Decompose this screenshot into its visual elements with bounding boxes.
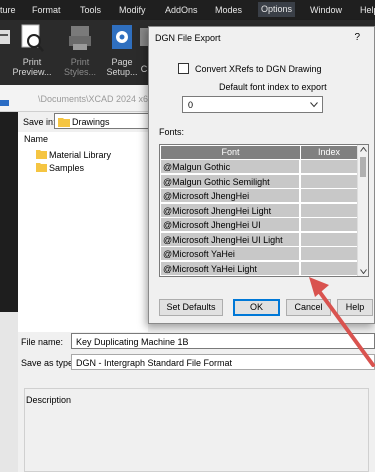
font-index-label: Default font index to export [219,82,327,92]
menu-tools[interactable]: Tools [80,5,101,15]
fonts-label: Fonts: [159,127,185,137]
table-row[interactable]: @Microsoft YaHei [161,247,358,261]
index-cell[interactable] [301,261,358,276]
save-as-type-label: Save as type: [21,358,76,368]
convert-xrefs-label[interactable]: Convert XRefs to DGN Drawing [195,64,322,74]
left-accent [0,100,9,106]
folder-icon [58,118,70,127]
help-icon[interactable]: ? [354,32,360,43]
preview-label: Preview... [12,67,52,77]
file-list[interactable]: Name Material Library Samples [18,132,148,332]
save-in-dropdown[interactable]: Drawings [54,113,154,129]
path-text: \Documents\XCAD 2024 x64\D [38,94,163,104]
list-item-label: Samples [49,163,85,173]
index-cell[interactable] [301,189,358,203]
menu-format[interactable]: Format [32,5,61,15]
index-column-header[interactable]: Index [301,146,357,159]
table-row[interactable]: @Malgun Gothic [161,160,358,174]
file-name-label: File name: [21,337,64,347]
list-item-label: Material Library [49,150,112,160]
font-index-dropdown[interactable]: 0 [182,96,323,113]
table-row[interactable]: @Microsoft JhengHei [161,189,358,203]
annotation-arrow-icon [309,277,375,367]
setup-label: Setup... [106,67,138,77]
print-label: Print [22,57,42,67]
menu-window[interactable]: Window [310,5,342,15]
index-cell[interactable] [301,174,358,189]
grid-scrollbar[interactable] [357,145,368,276]
font-cell[interactable]: @Microsoft YaHei [161,247,300,261]
menu-architecture[interactable]: ture [0,5,16,15]
set-defaults-button[interactable]: Set Defaults [159,299,223,316]
print-preview-button[interactable]: Print Preview... [12,24,52,77]
table-row[interactable]: @Microsoft JhengHei UI [161,218,358,232]
folder-icon [36,150,47,159]
font-cell[interactable]: @Malgun Gothic Semilight [161,174,300,189]
index-cell[interactable] [301,160,358,174]
folder-icon [36,163,47,172]
font-cell[interactable]: @Microsoft JhengHei Light [161,203,300,218]
page-label: Page [111,57,133,67]
table-row[interactable]: @Microsoft JhengHei Light [161,203,358,218]
table-row[interactable]: @Malgun Gothic Semilight [161,174,358,189]
save-in-label: Save in: [23,117,56,127]
index-cell[interactable] [301,203,358,218]
convert-xrefs-checkbox[interactable] [178,63,189,74]
dialog-title: DGN File Export [155,33,221,43]
menu-bar: ture Format Tools Modify AddOns Modes Op… [0,0,375,20]
description-label: Description [26,395,72,405]
index-cell[interactable] [301,232,358,247]
font-cell[interactable]: @Microsoft JhengHei UI [161,218,300,232]
menu-modes[interactable]: Modes [215,5,242,15]
table-row[interactable]: @Microsoft JhengHei UI Light [161,232,358,247]
print-styles-icon [67,24,93,54]
print-styles-label: Print Styles... [63,57,96,77]
index-cell[interactable] [301,218,358,232]
font-cell[interactable]: @Microsoft JhengHei UI Light [161,232,300,247]
font-cell[interactable]: @Microsoft YaHei Light [161,261,300,276]
font-index-value: 0 [188,100,194,110]
font-cell[interactable]: @Microsoft JhengHei [161,189,300,203]
menu-modify[interactable]: Modify [119,5,146,15]
table-row[interactable]: @Microsoft YaHei Light [161,261,358,276]
scroll-up-icon[interactable] [360,147,367,152]
print-styles-button[interactable]: Print Styles... [55,24,105,77]
scrollbar-thumb[interactable] [360,157,366,177]
name-column-header[interactable]: Name [24,134,48,144]
menu-help[interactable]: Help [360,5,375,15]
description-box [24,388,369,472]
font-cell[interactable]: @Malgun Gothic [161,160,300,174]
scroll-down-icon[interactable] [360,269,367,274]
index-cell[interactable] [301,247,358,261]
menu-addons[interactable]: AddOns [165,5,198,15]
fonts-grid[interactable]: Font Index @Malgun Gothic @Malgun Gothic … [159,144,369,277]
ribbon-partial-left[interactable] [0,24,12,57]
left-panel [0,112,18,312]
font-column-header[interactable]: Font [161,146,300,159]
page-setup-icon [109,24,135,54]
ok-button[interactable]: OK [233,299,280,316]
menu-options[interactable]: Options [258,2,296,17]
print-preview-icon [19,24,45,54]
chevron-down-icon [310,102,318,108]
page-setup-button[interactable]: Page Setup... [105,24,139,77]
save-in-value: Drawings [72,117,110,127]
